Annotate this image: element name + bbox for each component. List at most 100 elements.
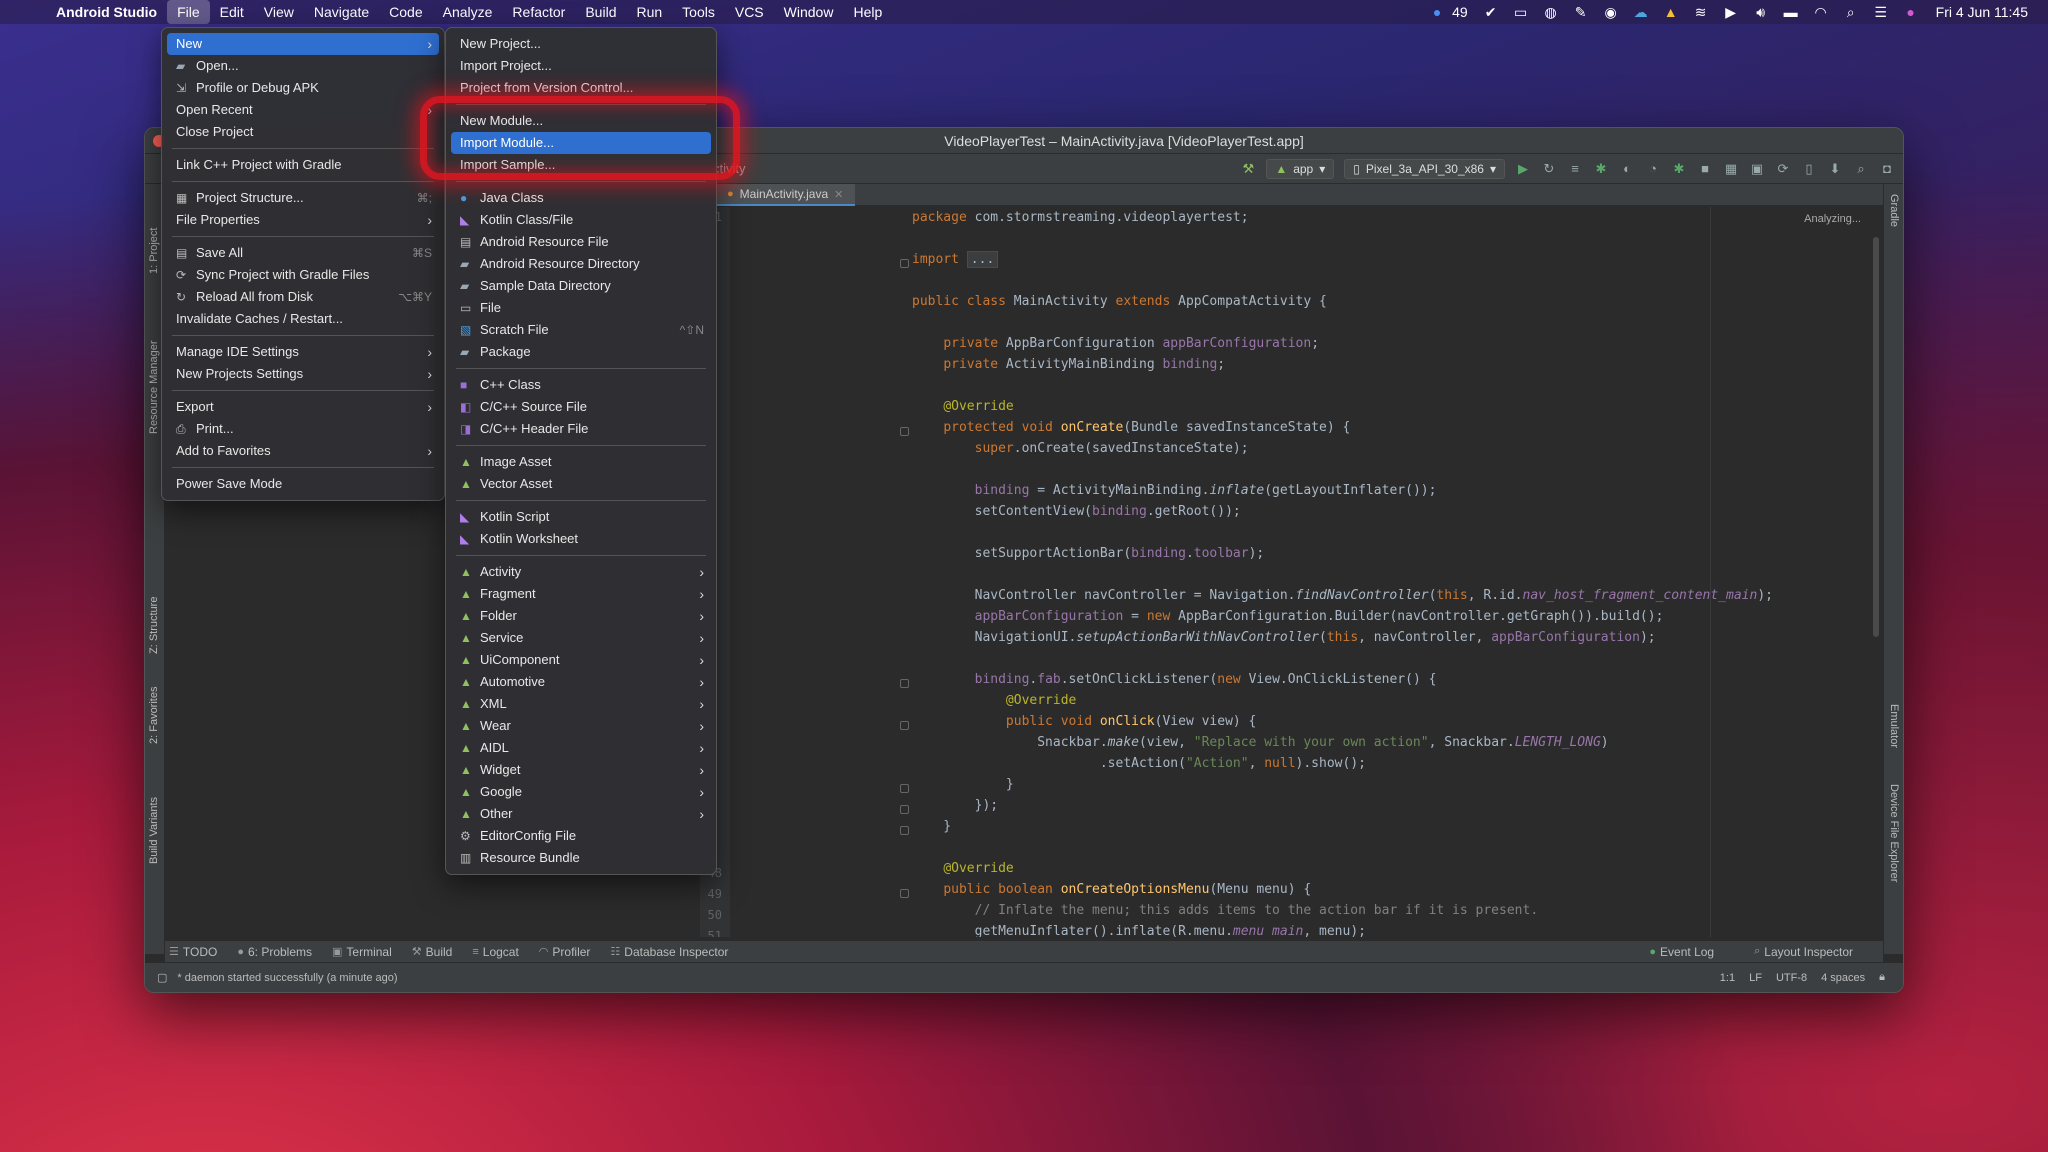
menu-tools[interactable]: Tools (672, 0, 725, 24)
menu-item-java-class[interactable]: ● Java Class (446, 187, 716, 209)
gradle-sync-icon[interactable]: ⟳ (1775, 161, 1791, 177)
line-separator[interactable]: LF (1749, 972, 1762, 984)
menu-item-new-project[interactable]: New Project... (446, 33, 716, 55)
layout-toggle-icon[interactable]: ▢ (157, 971, 167, 984)
tool-build[interactable]: ⚒ Build (412, 945, 453, 959)
sdk-manager-icon[interactable]: ⬇ (1827, 161, 1843, 177)
fold-icon[interactable] (900, 721, 909, 730)
menu-item-c-c-header-file[interactable]: ◨ C/C++ Header File (446, 418, 716, 440)
run-config-select[interactable]: ▲ app ▾ (1266, 158, 1335, 179)
tab-project[interactable]: 1: Project (148, 228, 160, 274)
messenger-icon[interactable]: ● (1422, 4, 1452, 20)
menu-item-package[interactable]: ▰ Package (446, 341, 716, 363)
menu-item-scratch-file[interactable]: ▧ Scratch File ^⇧N (446, 319, 716, 341)
tool-event-log[interactable]: ● Event Log (1649, 945, 1714, 959)
menu-item-activity[interactable]: ▲ Activity › (446, 561, 716, 583)
menu-item-kotlin-worksheet[interactable]: ◣ Kotlin Worksheet (446, 528, 716, 550)
tab-main-activity[interactable]: ● MainActivity.java ✕ (715, 184, 856, 206)
code-editor[interactable]: 1 48 49 50 51 Analyzing... package com.s… (700, 207, 1883, 937)
menu-file[interactable]: File (167, 0, 210, 24)
device-select[interactable]: ▯ Pixel_3a_API_30_x86 ▾ (1344, 158, 1505, 179)
menu-item-android-resource-file[interactable]: ▤ Android Resource File (446, 231, 716, 253)
clock[interactable]: Fri 4 Jun 11:45 (1926, 4, 2028, 20)
menu-item-link-c-project-with-gradle[interactable]: Link C++ Project with Gradle (162, 154, 444, 176)
menu-item-automotive[interactable]: ▲ Automotive › (446, 671, 716, 693)
menu-item-open-recent[interactable]: Open Recent › (162, 99, 444, 121)
close-tab-icon[interactable]: ✕ (834, 188, 843, 201)
editor-scrollbar[interactable] (1873, 237, 1879, 637)
tool-profiler[interactable]: ◠ Profiler (539, 945, 591, 959)
menu-code[interactable]: Code (379, 0, 432, 24)
menu-view[interactable]: View (254, 0, 304, 24)
menu-item-xml[interactable]: ▲ XML › (446, 693, 716, 715)
fold-icon[interactable] (900, 679, 909, 688)
menu-item-import-module[interactable]: Import Module... (451, 132, 711, 154)
window-icon[interactable]: ▭ (1506, 4, 1536, 21)
drive-icon[interactable]: ▲ (1656, 4, 1686, 20)
menu-item-new[interactable]: New › (167, 33, 439, 55)
globe-icon[interactable]: ◍ (1536, 4, 1566, 21)
vpn-icon[interactable]: ◉ (1596, 4, 1626, 21)
menu-analyze[interactable]: Analyze (433, 0, 503, 24)
check-circle-icon[interactable]: ✔ (1476, 4, 1506, 21)
menu-item-android-resource-directory[interactable]: ▰ Android Resource Directory (446, 253, 716, 275)
feather-icon[interactable]: ✎ (1566, 4, 1596, 21)
tool-problems[interactable]: ● 6: Problems (237, 945, 312, 959)
tool-terminal[interactable]: ▣ Terminal (332, 945, 392, 959)
attach-debugger-icon[interactable]: ✱ (1671, 161, 1687, 177)
tool-layout-inspector[interactable]: ⌕ Layout Inspector (1754, 945, 1853, 959)
menu-item-file-properties[interactable]: File Properties › (162, 209, 444, 231)
siri-icon[interactable]: ● (1896, 4, 1926, 20)
menu-item-print[interactable]: ⎙ Print... (162, 418, 444, 440)
indent-setting[interactable]: 4 spaces (1821, 972, 1865, 984)
fold-icon[interactable] (900, 784, 909, 793)
stripes-icon[interactable]: ≋ (1686, 4, 1716, 21)
menu-item-aidl[interactable]: ▲ AIDL › (446, 737, 716, 759)
menu-item-editorconfig-file[interactable]: ⚙ EditorConfig File (446, 825, 716, 847)
breadcrumb[interactable]: ctivity (713, 161, 746, 176)
fold-icon[interactable] (900, 826, 909, 835)
lock-icon[interactable]: 🔒︎ (1879, 971, 1885, 984)
volume-icon[interactable]: 🔊︎ (1746, 4, 1776, 21)
tab-gradle[interactable]: Gradle (1888, 194, 1900, 227)
menu-item-add-to-favorites[interactable]: Add to Favorites › (162, 440, 444, 462)
menu-item-sample-data-directory[interactable]: ▰ Sample Data Directory (446, 275, 716, 297)
cloud-icon[interactable]: ☁ (1626, 4, 1656, 21)
tab-build-variants[interactable]: Build Variants (148, 797, 160, 864)
apply-changes-icon[interactable]: ≡ (1567, 161, 1583, 177)
menu-item-sync-project-with-gradle-files[interactable]: ⟳ Sync Project with Gradle Files (162, 264, 444, 286)
menu-help[interactable]: Help (843, 0, 892, 24)
menu-item-project-from-version-control[interactable]: Project from Version Control... (446, 77, 716, 99)
tab-device-file-explorer[interactable]: Device File Explorer (1888, 784, 1900, 882)
menu-item-uicomponent[interactable]: ▲ UiComponent › (446, 649, 716, 671)
menu-window[interactable]: Window (774, 0, 844, 24)
menu-item-c-class[interactable]: ■ C++ Class (446, 374, 716, 396)
menu-item-other[interactable]: ▲ Other › (446, 803, 716, 825)
menu-app-name[interactable]: Android Studio (40, 0, 167, 24)
menu-item-import-sample[interactable]: Import Sample... (446, 154, 716, 176)
menu-item-kotlin-class-file[interactable]: ◣ Kotlin Class/File (446, 209, 716, 231)
menu-edit[interactable]: Edit (210, 0, 254, 24)
control-center-icon[interactable]: ☰ (1866, 4, 1896, 21)
tab-emulator[interactable]: Emulator (1888, 704, 1900, 748)
search-icon[interactable]: ⌕ (1853, 161, 1869, 177)
menu-item-save-all[interactable]: ▤ Save All ⌘S (162, 242, 444, 264)
play-circle-icon[interactable]: ▶ (1716, 4, 1746, 21)
tab-structure[interactable]: Z: Structure (148, 597, 160, 654)
menu-item-new-projects-settings[interactable]: New Projects Settings › (162, 363, 444, 385)
menu-item-google[interactable]: ▲ Google › (446, 781, 716, 803)
menu-item-resource-bundle[interactable]: ▥ Resource Bundle (446, 847, 716, 869)
coverage-icon[interactable]: ◐ (1619, 161, 1635, 177)
tool-todo[interactable]: ☰ TODO (169, 945, 217, 959)
menu-item-open[interactable]: ▰ Open... (162, 55, 444, 77)
fold-icon[interactable] (900, 427, 909, 436)
menu-item-new-module[interactable]: New Module... (446, 110, 716, 132)
menu-run[interactable]: Run (626, 0, 672, 24)
tab-resource-manager[interactable]: Resource Manager (148, 340, 160, 434)
menu-vcs[interactable]: VCS (725, 0, 774, 24)
menu-item-export[interactable]: Export › (162, 396, 444, 418)
menu-item-close-project[interactable]: Close Project (162, 121, 444, 143)
menu-item-profile-or-debug-apk[interactable]: ⇲ Profile or Debug APK (162, 77, 444, 99)
hammer-icon[interactable]: ⚒ (1240, 161, 1256, 177)
menu-build[interactable]: Build (575, 0, 626, 24)
